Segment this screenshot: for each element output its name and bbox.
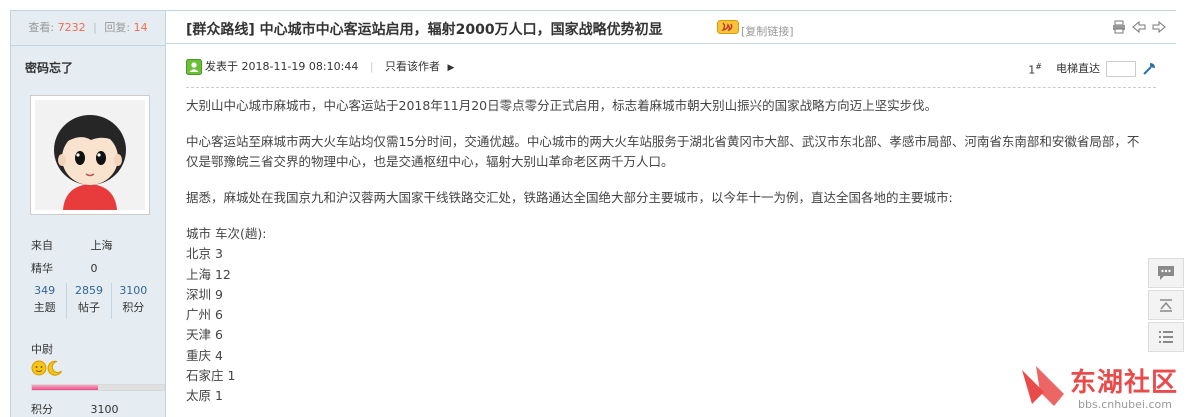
rank-medals <box>31 360 63 376</box>
thread-stats: 查看: 7232 | 回复: 14 <box>11 11 165 46</box>
jump-go-icon[interactable] <box>1142 62 1156 76</box>
jump-label: 电梯直达 <box>1056 61 1100 75</box>
count-number[interactable]: 2859 <box>67 283 110 299</box>
floating-toolbar <box>1148 258 1184 354</box>
avatar[interactable] <box>30 95 150 215</box>
meta-divider: | <box>369 60 374 73</box>
post-meta: 发表于 2018-11-19 08:10:44 | 只看该作者 ▶ 1# 电梯直… <box>186 56 1156 78</box>
quick-reply-button[interactable] <box>1148 258 1184 288</box>
points-value: 3100 <box>90 403 119 416</box>
hot-thread-icon <box>717 20 739 34</box>
essence-value: 0 <box>90 262 98 275</box>
count-label: 主题 <box>33 301 56 314</box>
post-paragraph: 中心客运站至麻城市两大火车站均仅需15分时间，交通优越。中心城市的两大火车站服务… <box>186 134 1140 169</box>
list-icon <box>1159 331 1173 343</box>
sun-icon <box>31 360 47 376</box>
prev-thread-icon[interactable] <box>1132 20 1146 34</box>
post-divider <box>186 87 1156 88</box>
list-item: 重庆 4 <box>186 347 223 363</box>
count-label: 积分 <box>122 301 145 314</box>
views-count: 7232 <box>57 21 86 34</box>
replies-count: 14 <box>133 21 148 34</box>
author-sidebar: 查看: 7232 | 回复: 14 密码忘了 来自 上海 精华 0 349 主题… <box>10 10 166 417</box>
thread-header: [群众路线] 中心城市中心客运站启用，辐射2000万人口，国家战略优势初显 [复… <box>166 10 1176 44</box>
avatar-image <box>35 100 145 210</box>
views-label: 查看: <box>28 21 55 34</box>
count-number[interactable]: 3100 <box>112 283 155 299</box>
count-points[interactable]: 3100 积分 <box>112 283 155 319</box>
site-watermark: 东湖社区 bbs.cnhubei.com <box>1018 360 1198 417</box>
watermark-name: 东湖社区 <box>1070 368 1179 398</box>
post-paragraph: 据悉，麻城处在我国京九和沪汉蓉两大国家干线铁路交汇处，铁路通达全国绝大部分主要城… <box>186 190 953 205</box>
post-content: 大别山中心城市麻城市，中心客运站于2018年11月20日零点零分正式启用，标志着… <box>186 96 1146 407</box>
stats-divider: | <box>93 21 97 34</box>
points-label: 积分 <box>31 403 53 416</box>
replies-label: 回复: <box>104 21 131 34</box>
post-nav: 1# 电梯直达 <box>1028 56 1156 82</box>
moon-icon <box>47 360 62 376</box>
list-item: 北京 3 <box>186 246 223 262</box>
count-posts[interactable]: 2859 帖子 <box>67 283 112 319</box>
back-to-top-button[interactable] <box>1148 290 1184 320</box>
next-thread-icon[interactable] <box>1152 20 1166 34</box>
profile-points: 积分 3100 <box>31 401 119 417</box>
list-item: 太原 1 <box>186 388 223 404</box>
list-item: 上海 12 <box>186 266 231 282</box>
comment-icon <box>1158 266 1174 280</box>
caret-right-icon[interactable]: ▶ <box>448 63 455 73</box>
list-item: 广州 6 <box>186 307 223 323</box>
list-header: 城市 车次(趟): <box>186 226 267 241</box>
watermark-url: bbs.cnhubei.com <box>1078 398 1172 411</box>
essence-label: 精华 <box>31 262 53 275</box>
profile-essence: 精华 0 <box>31 260 98 276</box>
rank-title: 中尉 <box>31 343 53 356</box>
posted-prefix: 发表于 <box>205 60 238 73</box>
list-item: 天津 6 <box>186 327 223 343</box>
floor-number-sup: # <box>1035 62 1042 71</box>
post-paragraph: 大别山中心城市麻城市，中心客运站于2018年11月20日零点零分正式启用，标志着… <box>186 98 938 113</box>
floor-number[interactable]: 1# <box>1028 56 1042 82</box>
thread-title: [群众路线] 中心城市中心客运站启用，辐射2000万人口，国家战略优势初显 <box>186 22 663 38</box>
author-only-link[interactable]: 只看该作者 <box>385 60 440 73</box>
level-progress-fill <box>32 385 98 390</box>
count-threads[interactable]: 349 主题 <box>23 283 68 319</box>
online-status-icon <box>186 59 202 75</box>
post-datetime: 2018-11-19 08:10:44 <box>241 60 359 73</box>
list-item: 深圳 9 <box>186 286 223 302</box>
thread-tools <box>1112 20 1166 34</box>
from-value: 上海 <box>90 239 113 252</box>
copy-link-button[interactable]: [复制链接] <box>741 23 794 39</box>
arrow-up-icon <box>1160 299 1172 312</box>
site-logo-icon <box>1022 366 1064 406</box>
author-counts: 349 主题 2859 帖子 3100 积分 <box>23 283 155 319</box>
back-to-list-button[interactable] <box>1148 322 1184 352</box>
profile-from: 来自 上海 <box>31 237 113 253</box>
list-item: 石家庄 1 <box>186 368 236 384</box>
author-username[interactable]: 密码忘了 <box>25 59 73 76</box>
count-number[interactable]: 349 <box>23 283 66 299</box>
level-progress-bar <box>31 384 165 391</box>
from-label: 来自 <box>31 239 53 252</box>
count-label: 帖子 <box>77 301 100 314</box>
floor-jump-input[interactable] <box>1106 60 1136 77</box>
city-train-list: 城市 车次(趟): 北京 3 上海 12 深圳 9 广州 6 天津 6 重庆 4… <box>186 224 1146 407</box>
print-icon[interactable] <box>1112 20 1126 34</box>
